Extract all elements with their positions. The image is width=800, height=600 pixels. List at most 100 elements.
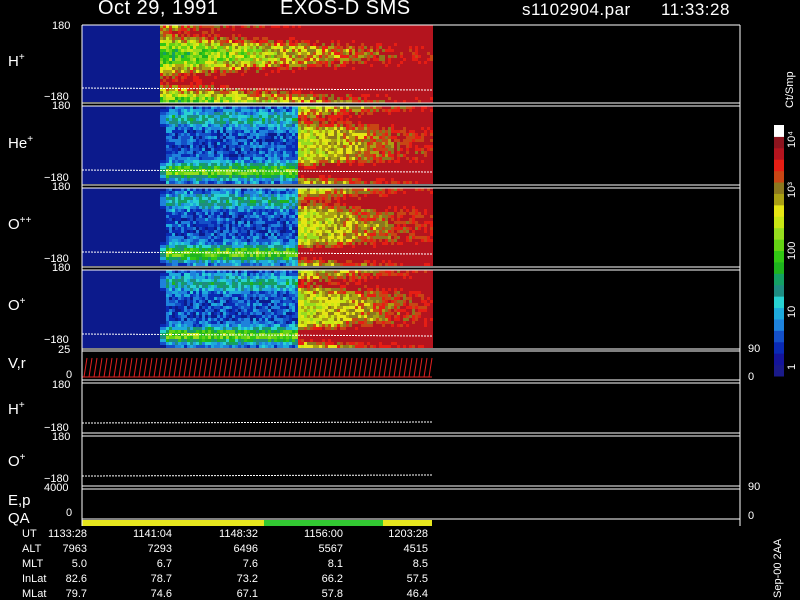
spectrogram-cell	[343, 109, 346, 112]
spectrogram-cell	[169, 64, 172, 67]
spectrogram-cell	[283, 43, 286, 46]
spectrogram-cell	[352, 79, 355, 82]
spectrogram-cell	[298, 133, 301, 136]
spectrogram-cell	[166, 209, 169, 212]
spectrogram-cell	[376, 97, 379, 100]
spectrogram-cell	[292, 46, 295, 49]
spectrogram-cell	[409, 61, 412, 64]
spectrogram-cell	[331, 79, 334, 82]
spectrogram-cell	[364, 94, 367, 97]
spectrogram-cell	[262, 148, 265, 151]
spectrogram-cell	[337, 52, 340, 55]
spectrogram-cell	[418, 91, 421, 94]
spectrogram-cell	[283, 175, 286, 178]
spectrogram-cell	[244, 82, 247, 85]
spectrogram-cell	[166, 215, 169, 218]
spectrogram-cell	[247, 178, 250, 181]
spectrogram-cell	[247, 157, 250, 160]
spectrogram-cell	[346, 166, 349, 169]
spectrogram-cell	[367, 46, 370, 49]
spectrogram-cell	[301, 178, 304, 181]
spectrogram-cell	[364, 43, 367, 46]
spectrogram-cell	[391, 112, 394, 115]
spectrogram-cell	[229, 94, 232, 97]
spectrogram-cell	[427, 28, 430, 31]
spectrogram-cell	[181, 61, 184, 64]
spectrogram-cell	[289, 136, 292, 139]
spectrogram-cell	[337, 163, 340, 166]
spectrogram-cell	[304, 124, 307, 127]
spectrogram-cell	[406, 133, 409, 136]
spectrogram-cell	[184, 233, 187, 236]
spectrogram-cell	[424, 64, 427, 67]
spectrogram-cell	[391, 148, 394, 151]
spectrogram-cell	[337, 157, 340, 160]
spectrogram-cell	[277, 73, 280, 76]
spectrogram-cell	[247, 112, 250, 115]
spectrogram-cell	[268, 127, 271, 130]
spectrogram-cell	[415, 175, 418, 178]
spectrogram-cell	[262, 64, 265, 67]
spectrogram-cell	[292, 97, 295, 100]
spectrogram-cell	[253, 175, 256, 178]
spectrogram-cell	[253, 157, 256, 160]
spectrogram-cell	[340, 118, 343, 121]
spectrogram-cell	[313, 178, 316, 181]
spectrogram-cell	[349, 31, 352, 34]
spectrogram-cell	[262, 112, 265, 115]
spectrogram-cell	[160, 115, 163, 118]
spectrogram-cell	[334, 109, 337, 112]
spectrogram-cell	[376, 73, 379, 76]
spectrogram-cell	[412, 94, 415, 97]
spectrogram-cell	[361, 163, 364, 166]
spectrogram-cell	[424, 166, 427, 169]
spectrogram-cell	[280, 175, 283, 178]
spectrogram-cell	[355, 133, 358, 136]
spectrogram-cell	[175, 218, 178, 221]
spectrogram-cell	[388, 52, 391, 55]
spectrogram-cell	[259, 145, 262, 148]
spectrogram-cell	[229, 82, 232, 85]
spectrogram-cell	[202, 37, 205, 40]
spectrogram-cell	[427, 43, 430, 46]
spectrogram-cell	[301, 127, 304, 130]
spectrogram-cell	[334, 148, 337, 151]
spectrogram-cell	[289, 115, 292, 118]
spectrogram-cell	[256, 70, 259, 73]
spectrogram-cell	[310, 85, 313, 88]
spectrogram-cell	[166, 28, 169, 31]
spectrogram-cell	[307, 31, 310, 34]
spectrogram-cell	[415, 121, 418, 124]
spectrogram-cell	[235, 127, 238, 130]
spectrogram-cell	[298, 61, 301, 64]
spectrogram-cell	[346, 34, 349, 37]
spectrogram-cell	[355, 148, 358, 151]
spectrogram-cell	[169, 215, 172, 218]
spectrogram-cell	[253, 151, 256, 154]
spectrogram-cell	[346, 85, 349, 88]
spectrogram-cell	[286, 142, 289, 145]
spectrogram-cell	[403, 130, 406, 133]
spectrogram-cell	[337, 127, 340, 130]
spectrogram-cell	[274, 172, 277, 175]
spectrogram-cell	[367, 121, 370, 124]
spectrogram-cell	[187, 227, 190, 230]
spectrogram-cell	[343, 58, 346, 61]
spectrogram-cell	[253, 124, 256, 127]
spectrogram-cell	[379, 43, 382, 46]
spectrogram-cell	[187, 224, 190, 227]
spectrogram-cell	[304, 154, 307, 157]
spectrogram-cell	[169, 58, 172, 61]
spectrogram-cell	[187, 248, 190, 251]
spectrogram-cell	[181, 197, 184, 200]
spectrogram-cell	[166, 127, 169, 130]
spectrogram-cell	[247, 175, 250, 178]
spectrogram-cell	[322, 58, 325, 61]
spectrogram-cell	[295, 76, 298, 79]
spectrogram-cell	[166, 181, 169, 184]
spectrogram-cell	[403, 40, 406, 43]
spectrogram-cell	[181, 52, 184, 55]
spectrogram-cell	[406, 40, 409, 43]
spectrogram-cell	[415, 73, 418, 76]
spectrogram-cell	[229, 127, 232, 130]
